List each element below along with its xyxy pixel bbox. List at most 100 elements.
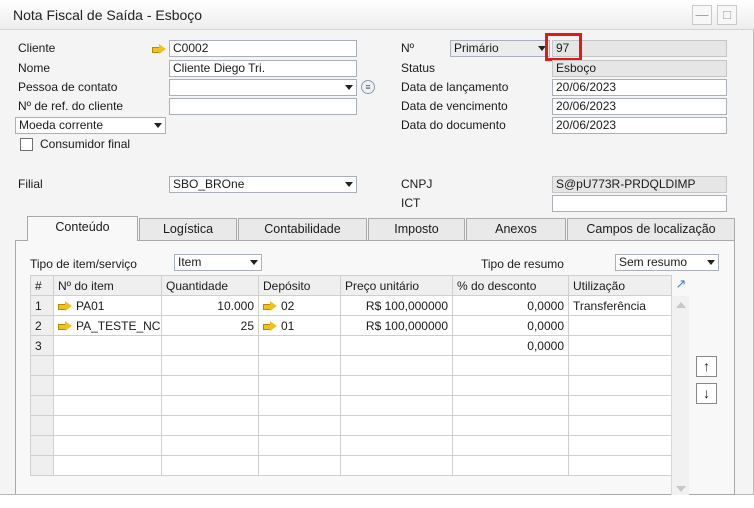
serie-dropdown[interactable]: Primário [450,40,550,57]
table-row[interactable] [30,455,672,476]
deposito-cell[interactable] [258,335,341,356]
empty-cell[interactable] [340,395,453,416]
link-arrow-icon[interactable] [58,321,73,332]
quantidade-cell[interactable]: 25 [161,315,259,336]
empty-cell[interactable] [568,455,672,476]
empty-cell[interactable] [568,355,672,376]
nome-field[interactable]: Cliente Diego Tri. [169,60,357,77]
empty-cell[interactable] [568,435,672,456]
row-number[interactable] [30,415,54,436]
table-row[interactable] [30,395,672,416]
empty-cell[interactable] [161,455,259,476]
empty-cell[interactable] [258,415,341,436]
deposito-cell[interactable]: 02 [258,295,341,316]
row-number[interactable]: 1 [30,295,54,316]
lancamento-field[interactable]: 20/06/2023 [552,79,727,96]
empty-cell[interactable] [161,395,259,416]
col-header-quantidade[interactable]: Quantidade [161,275,259,296]
empty-cell[interactable] [258,375,341,396]
link-arrow-icon[interactable] [263,321,278,332]
tipo-resumo-dropdown[interactable]: Sem resumo [615,254,719,271]
scroll-down-icon[interactable] [676,486,686,492]
tipo-item-dropdown[interactable]: Item [174,254,262,271]
minimize-icon[interactable]: — [692,5,712,25]
empty-cell[interactable] [53,435,162,456]
empty-cell[interactable] [258,455,341,476]
empty-cell[interactable] [258,435,341,456]
link-arrow-icon[interactable] [58,301,73,312]
empty-cell[interactable] [53,395,162,416]
row-number[interactable]: 2 [30,315,54,336]
preco-cell[interactable] [340,335,453,356]
tab-contabilidade[interactable]: Contabilidade [238,218,367,240]
link-arrow-icon[interactable] [263,301,278,312]
empty-cell[interactable] [258,355,341,376]
empty-cell[interactable] [452,455,569,476]
empty-cell[interactable] [53,355,162,376]
row-number[interactable] [30,355,54,376]
desconto-cell[interactable]: 0,0000 [452,335,569,356]
utilizacao-cell[interactable] [568,315,672,336]
item-cell[interactable] [53,335,162,356]
moeda-dropdown[interactable]: Moeda corrente [15,117,166,134]
empty-cell[interactable] [161,375,259,396]
table-row[interactable]: 2 PA_TESTE_NC 25 01 R$ 100,000000 0,0000 [30,315,672,336]
col-header-item[interactable]: Nº do item [53,275,162,296]
empty-cell[interactable] [452,375,569,396]
desconto-cell[interactable]: 0,0000 [452,295,569,316]
empty-cell[interactable] [161,435,259,456]
ref-field[interactable] [169,98,357,115]
empty-cell[interactable] [340,375,453,396]
row-number[interactable] [30,395,54,416]
preco-cell[interactable]: R$ 100,000000 [340,295,453,316]
table-row[interactable] [30,355,672,376]
col-header-deposito[interactable]: Depósito [258,275,341,296]
empty-cell[interactable] [53,375,162,396]
empty-cell[interactable] [452,415,569,436]
quantidade-cell[interactable]: 10.000 [161,295,259,316]
col-header-utilizacao[interactable]: Utilização [568,275,672,296]
tab-logistica[interactable]: Logística [139,218,237,240]
filial-dropdown[interactable]: SBO_BROne [169,176,357,193]
ict-field[interactable] [552,195,727,212]
table-row[interactable] [30,435,672,456]
tab-anexos[interactable]: Anexos [466,218,566,240]
table-row[interactable] [30,415,672,436]
row-number[interactable] [30,455,54,476]
empty-cell[interactable] [340,455,453,476]
table-scrollbar[interactable] [671,296,689,495]
utilizacao-cell[interactable] [568,335,672,356]
maximize-icon[interactable]: □ [717,5,737,25]
deposito-cell[interactable]: 01 [258,315,341,336]
row-number[interactable] [30,435,54,456]
col-header-desconto[interactable]: % do desconto [452,275,569,296]
empty-cell[interactable] [568,415,672,436]
tab-conteudo[interactable]: Conteúdo [27,216,138,241]
empty-cell[interactable] [161,415,259,436]
move-row-up-button[interactable]: ↑ [696,356,717,377]
empty-cell[interactable] [452,395,569,416]
empty-cell[interactable] [161,355,259,376]
preco-cell[interactable]: R$ 100,000000 [340,315,453,336]
empty-cell[interactable] [568,395,672,416]
item-cell[interactable]: PA01 [53,295,162,316]
col-header-rownum[interactable]: # [30,275,54,296]
empty-cell[interactable] [258,395,341,416]
scroll-up-icon[interactable] [676,302,686,308]
empty-cell[interactable] [53,415,162,436]
documento-field[interactable]: 20/06/2023 [552,117,727,134]
tab-imposto[interactable]: Imposto [368,218,465,240]
vencimento-field[interactable]: 20/06/2023 [552,98,727,115]
utilizacao-cell[interactable]: Transferência [568,295,672,316]
empty-cell[interactable] [340,355,453,376]
item-cell[interactable]: PA_TESTE_NC [53,315,162,336]
contato-dropdown[interactable] [169,79,357,96]
cliente-field[interactable]: C0002 [169,40,357,57]
list-icon[interactable]: ≡ [361,80,375,94]
tab-campos-localizacao[interactable]: Campos de localização [567,218,735,240]
expand-columns-icon[interactable]: ↗ [674,277,688,291]
move-row-down-button[interactable]: ↓ [696,383,717,404]
col-header-preco[interactable]: Preço unitário [340,275,453,296]
empty-cell[interactable] [340,435,453,456]
quantidade-cell[interactable] [161,335,259,356]
